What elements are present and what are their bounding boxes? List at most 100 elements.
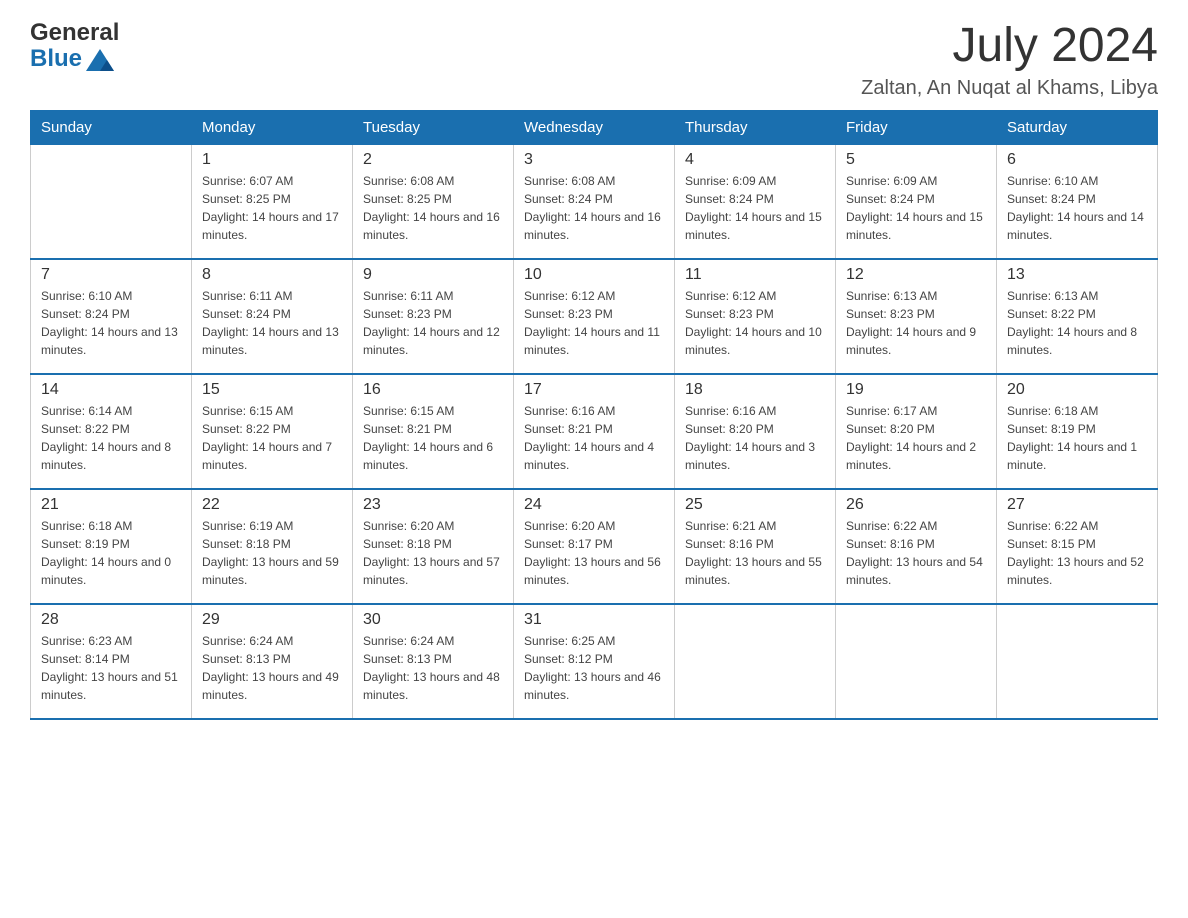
day-number: 20 [1007,381,1147,399]
day-info: Sunrise: 6:11 AMSunset: 8:23 PMDaylight:… [363,287,503,359]
day-info: Sunrise: 6:12 AMSunset: 8:23 PMDaylight:… [524,287,664,359]
calendar-cell: 30 Sunrise: 6:24 AMSunset: 8:13 PMDayligh… [353,604,514,719]
day-info: Sunrise: 6:10 AMSunset: 8:24 PMDaylight:… [41,287,181,359]
day-number: 22 [202,496,342,514]
day-number: 29 [202,611,342,629]
day-info: Sunrise: 6:24 AMSunset: 8:13 PMDaylight:… [363,632,503,704]
calendar-week-4: 28 Sunrise: 6:23 AMSunset: 8:14 PMDayligh… [31,604,1158,719]
weekday-header-saturday: Saturday [997,110,1158,144]
day-info: Sunrise: 6:20 AMSunset: 8:17 PMDaylight:… [524,517,664,589]
weekday-header-row: SundayMondayTuesdayWednesdayThursdayFrid… [31,110,1158,144]
calendar-cell: 27 Sunrise: 6:22 AMSunset: 8:15 PMDayligh… [997,489,1158,604]
calendar-cell: 12 Sunrise: 6:13 AMSunset: 8:23 PMDayligh… [836,259,997,374]
title-block: July 2024 Zaltan, An Nuqat al Khams, Lib… [861,20,1158,100]
day-info: Sunrise: 6:09 AMSunset: 8:24 PMDaylight:… [685,172,825,244]
day-info: Sunrise: 6:19 AMSunset: 8:18 PMDaylight:… [202,517,342,589]
calendar-week-0: 1 Sunrise: 6:07 AMSunset: 8:25 PMDaylight… [31,144,1158,259]
day-number: 26 [846,496,986,514]
day-info: Sunrise: 6:25 AMSunset: 8:12 PMDaylight:… [524,632,664,704]
day-info: Sunrise: 6:16 AMSunset: 8:20 PMDaylight:… [685,402,825,474]
calendar-cell: 16Sunrise: 6:15 AMSunset: 8:21 PMDayligh… [353,374,514,489]
day-number: 1 [202,151,342,169]
location-subtitle: Zaltan, An Nuqat al Khams, Libya [861,77,1158,100]
month-year-title: July 2024 [861,20,1158,73]
calendar-cell: 21Sunrise: 6:18 AMSunset: 8:19 PMDayligh… [31,489,192,604]
calendar-cell: 1 Sunrise: 6:07 AMSunset: 8:25 PMDaylight… [192,144,353,259]
calendar-cell: 14Sunrise: 6:14 AMSunset: 8:22 PMDayligh… [31,374,192,489]
day-number: 30 [363,611,503,629]
day-number: 21 [41,496,181,514]
day-number: 18 [685,381,825,399]
logo: General Blue [30,20,119,73]
calendar-cell: 4 Sunrise: 6:09 AMSunset: 8:24 PMDaylight… [675,144,836,259]
calendar-cell: 7 Sunrise: 6:10 AMSunset: 8:24 PMDaylight… [31,259,192,374]
day-info: Sunrise: 6:15 AMSunset: 8:21 PMDaylight:… [363,402,503,474]
day-info: Sunrise: 6:07 AMSunset: 8:25 PMDaylight:… [202,172,342,244]
day-info: Sunrise: 6:16 AMSunset: 8:21 PMDaylight:… [524,402,664,474]
day-info: Sunrise: 6:22 AMSunset: 8:16 PMDaylight:… [846,517,986,589]
calendar-body: 1 Sunrise: 6:07 AMSunset: 8:25 PMDaylight… [31,144,1158,719]
calendar-cell [675,604,836,719]
day-number: 27 [1007,496,1147,514]
calendar-cell: 25Sunrise: 6:21 AMSunset: 8:16 PMDayligh… [675,489,836,604]
day-number: 15 [202,381,342,399]
calendar-cell: 13 Sunrise: 6:13 AMSunset: 8:22 PMDayligh… [997,259,1158,374]
day-number: 12 [846,266,986,284]
day-number: 14 [41,381,181,399]
calendar-week-1: 7 Sunrise: 6:10 AMSunset: 8:24 PMDaylight… [31,259,1158,374]
day-info: Sunrise: 6:22 AMSunset: 8:15 PMDaylight:… [1007,517,1147,589]
calendar-cell: 24Sunrise: 6:20 AMSunset: 8:17 PMDayligh… [514,489,675,604]
page-header: General Blue July 2024 Zaltan, An Nuqat … [30,20,1158,100]
calendar-cell: 11 Sunrise: 6:12 AMSunset: 8:23 PMDayligh… [675,259,836,374]
day-info: Sunrise: 6:12 AMSunset: 8:23 PMDaylight:… [685,287,825,359]
day-number: 2 [363,151,503,169]
weekday-header-monday: Monday [192,110,353,144]
day-number: 4 [685,151,825,169]
day-info: Sunrise: 6:11 AMSunset: 8:24 PMDaylight:… [202,287,342,359]
calendar-cell: 2Sunrise: 6:08 AMSunset: 8:25 PMDaylight… [353,144,514,259]
calendar-cell: 19Sunrise: 6:17 AMSunset: 8:20 PMDayligh… [836,374,997,489]
calendar-table: SundayMondayTuesdayWednesdayThursdayFrid… [30,110,1158,721]
calendar-week-2: 14Sunrise: 6:14 AMSunset: 8:22 PMDayligh… [31,374,1158,489]
day-info: Sunrise: 6:08 AMSunset: 8:24 PMDaylight:… [524,172,664,244]
calendar-cell [31,144,192,259]
calendar-cell: 15 Sunrise: 6:15 AMSunset: 8:22 PMDayligh… [192,374,353,489]
day-info: Sunrise: 6:20 AMSunset: 8:18 PMDaylight:… [363,517,503,589]
day-info: Sunrise: 6:18 AMSunset: 8:19 PMDaylight:… [1007,402,1147,474]
day-number: 11 [685,266,825,284]
day-info: Sunrise: 6:13 AMSunset: 8:23 PMDaylight:… [846,287,986,359]
day-info: Sunrise: 6:17 AMSunset: 8:20 PMDaylight:… [846,402,986,474]
day-number: 6 [1007,151,1147,169]
calendar-cell [997,604,1158,719]
weekday-header-sunday: Sunday [31,110,192,144]
calendar-cell: 9 Sunrise: 6:11 AMSunset: 8:23 PMDaylight… [353,259,514,374]
day-info: Sunrise: 6:21 AMSunset: 8:16 PMDaylight:… [685,517,825,589]
calendar-cell: 22 Sunrise: 6:19 AMSunset: 8:18 PMDayligh… [192,489,353,604]
day-info: Sunrise: 6:10 AMSunset: 8:24 PMDaylight:… [1007,172,1147,244]
day-info: Sunrise: 6:15 AMSunset: 8:22 PMDaylight:… [202,402,342,474]
calendar-cell: 17Sunrise: 6:16 AMSunset: 8:21 PMDayligh… [514,374,675,489]
calendar-cell: 23Sunrise: 6:20 AMSunset: 8:18 PMDayligh… [353,489,514,604]
day-number: 5 [846,151,986,169]
calendar-cell: 3 Sunrise: 6:08 AMSunset: 8:24 PMDaylight… [514,144,675,259]
calendar-cell: 6 Sunrise: 6:10 AMSunset: 8:24 PMDaylight… [997,144,1158,259]
calendar-cell: 10Sunrise: 6:12 AMSunset: 8:23 PMDayligh… [514,259,675,374]
weekday-header-tuesday: Tuesday [353,110,514,144]
day-info: Sunrise: 6:09 AMSunset: 8:24 PMDaylight:… [846,172,986,244]
day-number: 8 [202,266,342,284]
calendar-week-3: 21Sunrise: 6:18 AMSunset: 8:19 PMDayligh… [31,489,1158,604]
calendar-cell: 31 Sunrise: 6:25 AMSunset: 8:12 PMDayligh… [514,604,675,719]
calendar-cell [836,604,997,719]
calendar-cell: 20 Sunrise: 6:18 AMSunset: 8:19 PMDayligh… [997,374,1158,489]
day-info: Sunrise: 6:23 AMSunset: 8:14 PMDaylight:… [41,632,181,704]
calendar-cell: 29Sunrise: 6:24 AMSunset: 8:13 PMDayligh… [192,604,353,719]
day-info: Sunrise: 6:13 AMSunset: 8:22 PMDaylight:… [1007,287,1147,359]
logo-blue: Blue [30,46,119,72]
day-number: 31 [524,611,664,629]
day-number: 3 [524,151,664,169]
calendar-header: SundayMondayTuesdayWednesdayThursdayFrid… [31,110,1158,144]
day-number: 9 [363,266,503,284]
day-number: 13 [1007,266,1147,284]
day-number: 7 [41,266,181,284]
day-number: 28 [41,611,181,629]
